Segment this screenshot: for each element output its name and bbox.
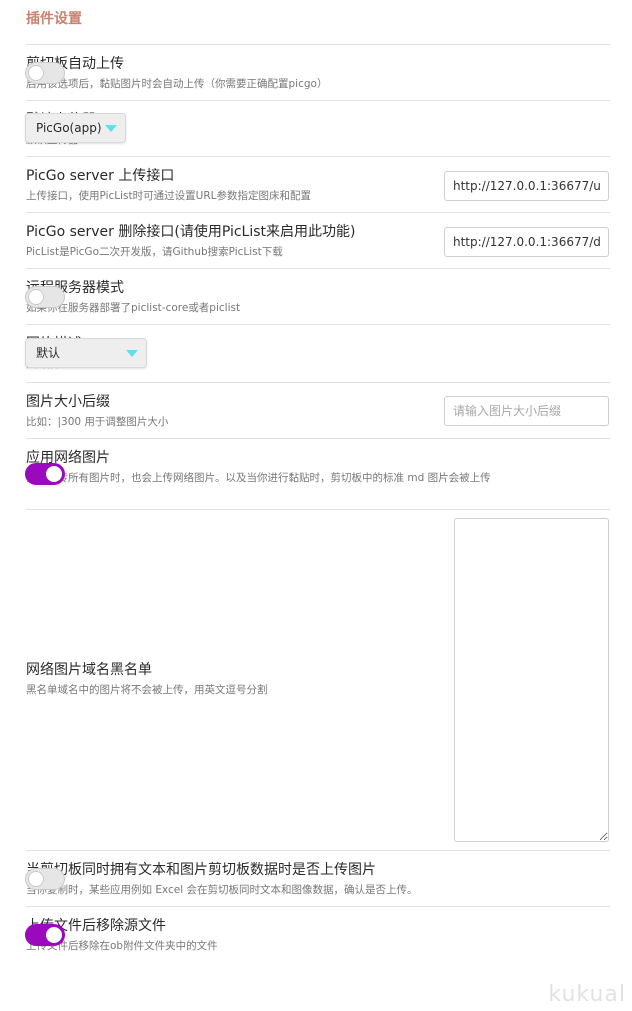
watermark: kukual — [548, 982, 626, 1007]
setting-row-network-domain-blacklist: 网络图片域名黑名单 黑名单域名中的图片将不会被上传，用英文逗号分割 — [26, 510, 610, 851]
image-size-suffix-input[interactable] — [444, 396, 609, 426]
remove-source-file-toggle[interactable] — [25, 924, 65, 946]
picgo-delete-url-input[interactable] — [444, 227, 609, 257]
setting-row-default-uploader: 默认上传器 默认上传器 PicGo(app) — [25, 101, 610, 157]
setting-row-clipboard-auto-upload: 剪切板自动上传 启用该选项后，黏贴图片时会自动上传（你需要正确配置picgo） — [25, 45, 610, 101]
settings-list: 剪切板自动上传 启用该选项后，黏贴图片时会自动上传（你需要正确配置picgo） … — [25, 45, 610, 963]
default-uploader-select[interactable]: PicGo(app) — [25, 113, 126, 143]
toggle-knob — [28, 289, 44, 305]
setting-row-picgo-delete-api: PicGo server 删除接口(请使用PicList来启用此功能) PicL… — [26, 213, 610, 269]
toggle-knob — [28, 871, 44, 887]
section-title: 插件设置 — [26, 11, 82, 27]
domain-blacklist-textarea[interactable] — [454, 518, 609, 842]
select-value: PicGo(app) — [36, 121, 102, 135]
select-value: 默认 — [36, 346, 61, 360]
image-description-select[interactable]: 默认 — [25, 338, 147, 368]
setting-row-picgo-upload-api: PicGo server 上传接口 上传接口，使用PicList时可通过设置UR… — [26, 157, 610, 213]
setting-label: 上传文件后移除源文件 — [26, 918, 166, 934]
toggle-knob — [28, 65, 44, 81]
settings-page: 插件设置 剪切板自动上传 启用该选项后，黏贴图片时会自动上传（你需要正确配置pi… — [0, 0, 632, 1011]
setting-description: 如果你在服务器部署了piclist-core或者piclist — [26, 302, 241, 314]
setting-label: 剪切板自动上传 — [26, 56, 124, 72]
chevron-down-icon — [105, 125, 117, 132]
setting-description: 上传文件后移除在ob附件文件夹中的文件 — [26, 940, 218, 952]
clipboard-auto-upload-toggle[interactable] — [25, 62, 65, 84]
setting-description: 启用该选项后，黏贴图片时会自动上传（你需要正确配置picgo） — [26, 78, 328, 90]
setting-description: 当你复制时，某些应用例如 Excel 会在剪切板同时文本和图像数据，确认是否上传… — [26, 884, 418, 896]
setting-label: 当剪切板同时拥有文本和图片剪切板数据时是否上传图片 — [26, 862, 376, 878]
picgo-upload-url-input[interactable] — [444, 171, 609, 201]
chevron-down-icon — [126, 350, 138, 357]
setting-row-apply-network-images: 应用网络图片 当你上传所有图片时，也会上传网络图片。以及当你进行黏贴时，剪切板中… — [25, 439, 610, 510]
toggle-knob — [46, 927, 62, 943]
clipboard-text-and-image-toggle[interactable] — [25, 868, 65, 890]
toggle-knob — [46, 466, 62, 482]
setting-row-image-size-suffix: 图片大小后缀 比如：|300 用于调整图片大小 — [26, 383, 610, 439]
remote-server-mode-toggle[interactable] — [25, 286, 65, 308]
setting-description: 当你上传所有图片时，也会上传网络图片。以及当你进行黏贴时，剪切板中的标准 md … — [26, 472, 491, 484]
setting-row-remote-server-mode: 远程服务器模式 如果你在服务器部署了piclist-core或者piclist — [25, 269, 610, 325]
setting-row-clipboard-text-and-image: 当剪切板同时拥有文本和图片剪切板数据时是否上传图片 当你复制时，某些应用例如 E… — [25, 851, 610, 907]
apply-network-images-toggle[interactable] — [25, 463, 65, 485]
setting-label: 远程服务器模式 — [26, 280, 124, 296]
setting-row-remove-source-file: 上传文件后移除源文件 上传文件后移除在ob附件文件夹中的文件 — [25, 907, 610, 963]
setting-row-image-description: 图片描述 图片描述 默认 — [25, 325, 610, 383]
setting-label: 应用网络图片 — [26, 450, 110, 466]
